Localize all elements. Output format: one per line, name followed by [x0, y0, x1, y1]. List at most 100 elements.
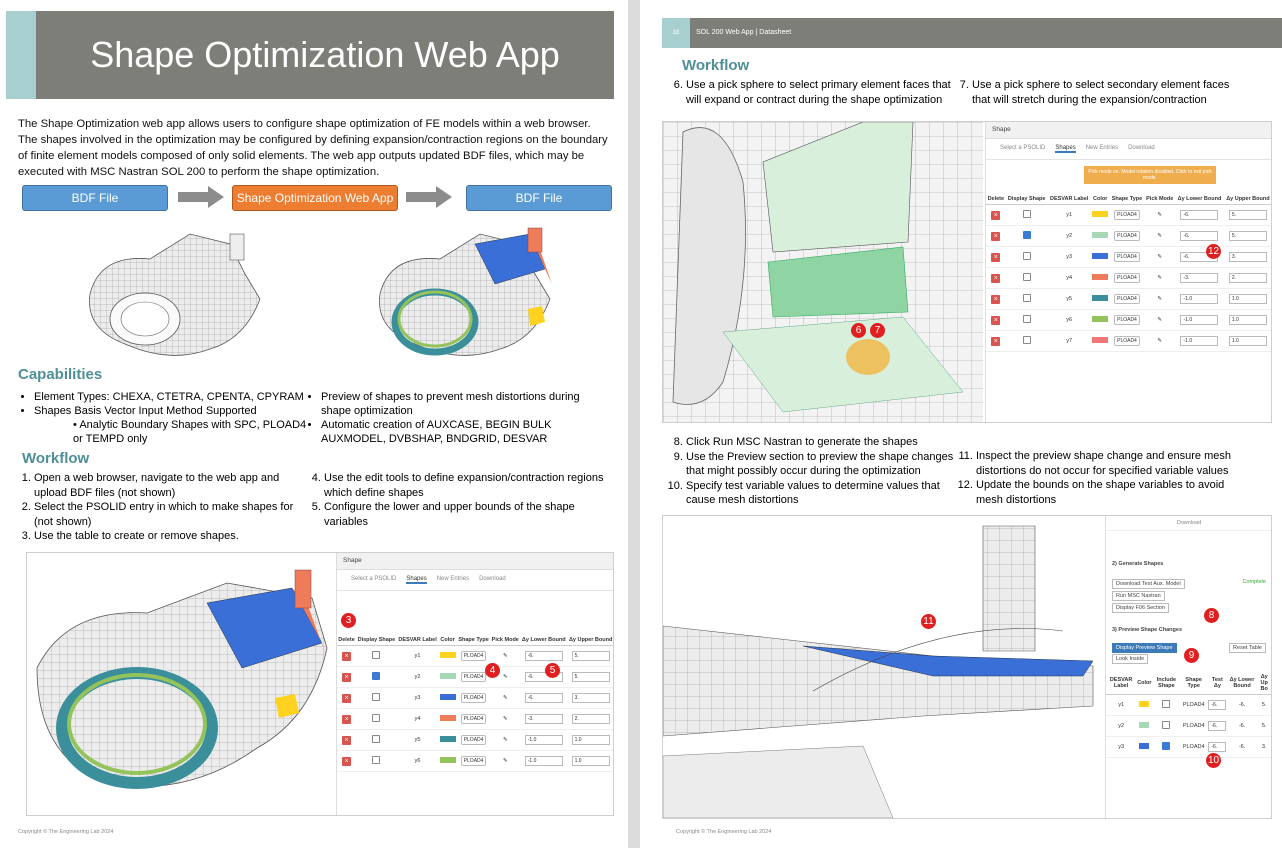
- pencil-icon[interactable]: ✎: [1157, 338, 1162, 344]
- shape-type-select[interactable]: PLOAD4: [1114, 336, 1140, 346]
- display-checkbox[interactable]: [372, 651, 381, 659]
- table-row: × y5 PLOAD4 ✎ -1.0 1.0: [337, 729, 613, 751]
- delete-icon[interactable]: ×: [991, 315, 1001, 325]
- upper-bound-input[interactable]: 1.0: [571, 735, 610, 745]
- shape-type-select[interactable]: PLOAD4: [1114, 231, 1140, 241]
- upper-bound-input[interactable]: 5.: [1228, 231, 1267, 241]
- delete-icon[interactable]: ×: [991, 252, 1001, 262]
- display-preview-button[interactable]: Display Preview Shape: [1112, 643, 1177, 653]
- display-checkbox[interactable]: [372, 735, 381, 743]
- display-checkbox[interactable]: [1022, 231, 1031, 239]
- lower-bound-input[interactable]: -3.: [524, 714, 563, 724]
- pencil-icon[interactable]: ✎: [1157, 233, 1162, 239]
- lower-bound-input[interactable]: -6.: [1180, 210, 1219, 220]
- upper-bound-input[interactable]: 1.0: [571, 756, 610, 766]
- upper-bound-input[interactable]: 2.: [571, 714, 610, 724]
- display-checkbox[interactable]: [372, 693, 381, 701]
- shape-type-select[interactable]: PLOAD4: [460, 735, 487, 745]
- pencil-icon[interactable]: ✎: [1157, 212, 1162, 218]
- display-checkbox[interactable]: [372, 672, 381, 680]
- pencil-icon[interactable]: ✎: [503, 737, 508, 743]
- pencil-icon[interactable]: ✎: [1157, 275, 1162, 281]
- pick-mode-notice[interactable]: Pick mode on. Model rotation disabled. C…: [1084, 166, 1216, 184]
- lower-bound-input[interactable]: -3.: [1180, 273, 1219, 283]
- delete-icon[interactable]: ×: [991, 336, 1001, 346]
- delete-icon[interactable]: ×: [342, 756, 352, 766]
- display-checkbox[interactable]: [1022, 252, 1031, 260]
- upper-bound-input[interactable]: 3.: [1228, 252, 1267, 262]
- pencil-icon[interactable]: ✎: [503, 674, 508, 680]
- shape-type-select[interactable]: PLOAD4: [1114, 273, 1140, 283]
- lower-bound-input[interactable]: -6.: [524, 651, 563, 661]
- reset-table-button[interactable]: Reset Table: [1229, 643, 1266, 653]
- delete-icon[interactable]: ×: [342, 651, 352, 661]
- test-value-input[interactable]: -6.: [1208, 721, 1227, 731]
- display-checkbox[interactable]: [1022, 210, 1031, 218]
- pencil-icon[interactable]: ✎: [503, 758, 508, 764]
- upper-bound-input[interactable]: 5.: [571, 672, 610, 682]
- pencil-icon[interactable]: ✎: [503, 716, 508, 722]
- tab-new-entries[interactable]: New Entries: [1086, 145, 1118, 153]
- lower-bound-input[interactable]: -1.0: [1180, 294, 1219, 304]
- shape-type-select[interactable]: PLOAD4: [1114, 210, 1140, 220]
- delete-icon[interactable]: ×: [991, 231, 1001, 241]
- include-checkbox[interactable]: [1162, 742, 1171, 750]
- lower-bound-input[interactable]: -1.0: [1180, 315, 1219, 325]
- display-checkbox[interactable]: [1022, 336, 1031, 344]
- shape-type-select[interactable]: PLOAD4: [460, 693, 487, 703]
- shape-type-select[interactable]: PLOAD4: [1114, 315, 1140, 325]
- upper-bound-input[interactable]: 1.0: [1228, 315, 1267, 325]
- shape-type-select[interactable]: PLOAD4: [460, 651, 487, 661]
- display-checkbox[interactable]: [1022, 315, 1031, 323]
- upper-bound-input[interactable]: 5.: [1228, 210, 1267, 220]
- delete-icon[interactable]: ×: [991, 273, 1001, 283]
- tab-download[interactable]: Download: [479, 576, 506, 584]
- delete-icon[interactable]: ×: [342, 714, 352, 724]
- delete-icon[interactable]: ×: [342, 735, 352, 745]
- shape-type-select[interactable]: PLOAD4: [460, 756, 487, 766]
- tab-shapes[interactable]: Shapes: [406, 576, 427, 584]
- run-nastran-button[interactable]: Run MSC Nastran: [1112, 591, 1165, 601]
- shape-type-select[interactable]: PLOAD4: [460, 672, 487, 682]
- lower-bound-input[interactable]: -1.0: [524, 735, 563, 745]
- delete-icon[interactable]: ×: [342, 672, 352, 682]
- upper-bound-input[interactable]: 3.: [571, 693, 610, 703]
- look-inside-button[interactable]: Look Inside: [1112, 654, 1149, 664]
- shape-type-select[interactable]: PLOAD4: [460, 714, 487, 724]
- delete-icon[interactable]: ×: [991, 294, 1001, 304]
- tab-shapes[interactable]: Shapes: [1055, 145, 1076, 153]
- test-value-input[interactable]: -6.: [1208, 742, 1227, 752]
- lower-bound-input[interactable]: -1.0: [524, 756, 563, 766]
- display-checkbox[interactable]: [372, 756, 381, 764]
- upper-bound: 5.: [1256, 715, 1271, 737]
- pencil-icon[interactable]: ✎: [503, 653, 508, 659]
- shape-type-select[interactable]: PLOAD4: [1114, 294, 1140, 304]
- download-aux-button[interactable]: Download Test Aux. Model: [1112, 579, 1185, 589]
- test-value-input[interactable]: -6.: [1208, 700, 1227, 710]
- tab-select-psolid[interactable]: Select a PSOLID: [351, 576, 396, 584]
- include-checkbox[interactable]: [1162, 721, 1171, 729]
- pencil-icon[interactable]: ✎: [1157, 317, 1162, 323]
- tab-select-psolid[interactable]: Select a PSOLID: [1000, 145, 1045, 153]
- lower-bound-input[interactable]: -6.: [1180, 231, 1219, 241]
- upper-bound-input[interactable]: 2.: [1228, 273, 1267, 283]
- shape-type-select[interactable]: PLOAD4: [1114, 252, 1140, 262]
- download-link[interactable]: Download: [1106, 516, 1271, 531]
- upper-bound-input[interactable]: 1.0: [1228, 294, 1267, 304]
- include-checkbox[interactable]: [1162, 700, 1171, 708]
- pencil-icon[interactable]: ✎: [503, 695, 508, 701]
- delete-icon[interactable]: ×: [342, 693, 352, 703]
- display-checkbox[interactable]: [1022, 294, 1031, 302]
- upper-bound-input[interactable]: 1.0: [1228, 336, 1267, 346]
- pencil-icon[interactable]: ✎: [1157, 254, 1162, 260]
- display-f06-button[interactable]: Display F06 Section: [1112, 603, 1169, 613]
- delete-icon[interactable]: ×: [991, 210, 1001, 220]
- pencil-icon[interactable]: ✎: [1157, 296, 1162, 302]
- lower-bound-input[interactable]: -1.0: [1180, 336, 1219, 346]
- display-checkbox[interactable]: [372, 714, 381, 722]
- lower-bound-input[interactable]: -6.: [524, 693, 563, 703]
- upper-bound-input[interactable]: 5.: [571, 651, 610, 661]
- display-checkbox[interactable]: [1022, 273, 1031, 281]
- tab-download[interactable]: Download: [1128, 145, 1155, 153]
- tab-new-entries[interactable]: New Entries: [437, 576, 469, 584]
